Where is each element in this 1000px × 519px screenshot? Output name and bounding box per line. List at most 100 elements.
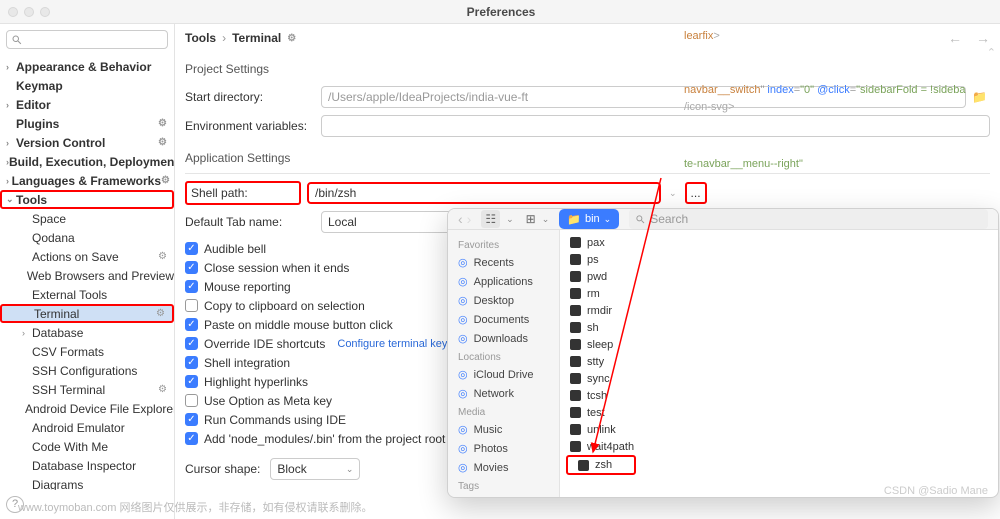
sidebar-icon: ◎ xyxy=(458,387,468,400)
sidebar-item-qodana[interactable]: ›Qodana xyxy=(0,228,174,247)
file-rm[interactable]: rm xyxy=(560,285,998,302)
sidebar-item-android-emulator[interactable]: ›Android Emulator xyxy=(0,418,174,437)
sidebar-heading: Favorites xyxy=(448,236,559,253)
checkbox-4[interactable] xyxy=(185,318,198,331)
sidebar-item-web-browsers-and-preview[interactable]: ›Web Browsers and Preview xyxy=(0,266,174,285)
file-icon xyxy=(570,288,581,299)
file-sh[interactable]: sh xyxy=(560,319,998,336)
checkbox-10[interactable] xyxy=(185,432,198,445)
sidebar-item-actions-on-save[interactable]: ›Actions on Save⚙ xyxy=(0,247,174,266)
shell-dropdown-icon[interactable]: ⌄ xyxy=(669,188,677,199)
checkbox-label: Close session when it ends xyxy=(204,261,349,275)
tree-label: Space xyxy=(32,212,66,226)
location-pill[interactable]: 📁 bin ⌄ xyxy=(559,209,619,229)
settings-search[interactable] xyxy=(6,30,168,49)
close-dot[interactable] xyxy=(8,7,18,17)
tree-label: CSV Formats xyxy=(32,345,104,359)
min-dot[interactable] xyxy=(24,7,34,17)
file-ps[interactable]: ps xyxy=(560,251,998,268)
checkbox-9[interactable] xyxy=(185,413,198,426)
file-tcsh[interactable]: tcsh xyxy=(560,387,998,404)
file-sleep[interactable]: sleep xyxy=(560,336,998,353)
sidebar-downloads[interactable]: ◎Downloads xyxy=(448,329,559,348)
group-icon[interactable]: ⊞ xyxy=(526,212,536,226)
tree-label: Database xyxy=(32,326,83,340)
checkbox-0[interactable] xyxy=(185,242,198,255)
file-icon xyxy=(570,254,581,265)
sidebar-photos[interactable]: ◎Photos xyxy=(448,439,559,458)
shell-path-input[interactable] xyxy=(307,182,661,204)
sidebar-documents[interactable]: ◎Documents xyxy=(448,310,559,329)
sidebar-item-database-inspector[interactable]: ›Database Inspector xyxy=(0,456,174,475)
checkbox-1[interactable] xyxy=(185,261,198,274)
sidebar-label: Music xyxy=(474,424,503,436)
columns-view-icon[interactable]: ☷ xyxy=(481,210,500,228)
zoom-dot[interactable] xyxy=(40,7,50,17)
tag-0[interactable]: 红色 xyxy=(448,494,559,498)
file-pax[interactable]: pax xyxy=(560,234,998,251)
sidebar-item-editor[interactable]: ›Editor xyxy=(0,95,174,114)
checkbox-5[interactable] xyxy=(185,337,198,350)
sidebar-item-build-execution-deployment[interactable]: ›Build, Execution, Deployment xyxy=(0,152,174,171)
checkbox-6[interactable] xyxy=(185,356,198,369)
chevron-icon: › xyxy=(6,100,16,110)
file-zsh[interactable]: zsh xyxy=(566,455,636,475)
tree-label: Database Inspector xyxy=(32,459,136,473)
file-sync[interactable]: sync xyxy=(560,370,998,387)
sidebar-item-android-device-file-explorer[interactable]: ›Android Device File Explorer xyxy=(0,399,174,418)
sidebar-label: Recents xyxy=(474,257,514,269)
tree-label: Build, Execution, Deployment xyxy=(9,155,174,169)
checkbox-3[interactable] xyxy=(185,299,198,312)
sidebar-item-database[interactable]: ›Database xyxy=(0,323,174,342)
sidebar-icon: ◎ xyxy=(458,368,468,381)
group-caret-icon[interactable]: ⌄ xyxy=(542,214,550,225)
sidebar-icon: ◎ xyxy=(458,461,468,474)
sidebar-network[interactable]: ◎ Network xyxy=(448,384,559,403)
sidebar-label: Desktop xyxy=(474,295,514,307)
file-wait4path[interactable]: wait4path xyxy=(560,438,998,455)
finder-forward-icon[interactable]: › xyxy=(467,211,472,227)
checkbox-7[interactable] xyxy=(185,375,198,388)
file-unlink[interactable]: unlink xyxy=(560,421,998,438)
sidebar-item-languages-frameworks[interactable]: ›Languages & Frameworks⚙ xyxy=(0,171,174,190)
file-rmdir[interactable]: rmdir xyxy=(560,302,998,319)
checkbox-2[interactable] xyxy=(185,280,198,293)
sidebar-item-code-with-me[interactable]: ›Code With Me xyxy=(0,437,174,456)
file-pwd[interactable]: pwd xyxy=(560,268,998,285)
checkbox-label: Shell integration xyxy=(204,356,290,370)
sidebar-item-diagrams[interactable]: ›Diagrams xyxy=(0,475,174,490)
sidebar-item-terminal[interactable]: ›Terminal⚙ xyxy=(0,304,174,323)
finder-search[interactable]: Search xyxy=(629,209,988,229)
file-stty[interactable]: stty xyxy=(560,353,998,370)
sidebar-item-external-tools[interactable]: ›External Tools xyxy=(0,285,174,304)
sidebar-music[interactable]: ◎Music xyxy=(448,420,559,439)
sidebar-recents[interactable]: ◎ Recents xyxy=(448,253,559,272)
sidebar-label: Network xyxy=(474,388,514,400)
sidebar-desktop[interactable]: ◎ Desktop xyxy=(448,291,559,310)
sidebar-item-plugins[interactable]: ›Plugins⚙ xyxy=(0,114,174,133)
tab-name-label: Default Tab name: xyxy=(185,215,315,229)
tree-label: Languages & Frameworks xyxy=(12,174,161,188)
sidebar-item-csv-formats[interactable]: ›CSV Formats xyxy=(0,342,174,361)
sidebar-item-appearance-behavior[interactable]: ›Appearance & Behavior xyxy=(0,57,174,76)
sidebar-movies[interactable]: ◎Movies xyxy=(448,458,559,477)
sidebar-applications[interactable]: ◎Applications xyxy=(448,272,559,291)
sidebar-item-ssh-terminal[interactable]: ›SSH Terminal⚙ xyxy=(0,380,174,399)
view-caret-icon[interactable]: ⌄ xyxy=(506,214,514,225)
sidebar-item-ssh-configurations[interactable]: ›SSH Configurations xyxy=(0,361,174,380)
tree-label: Plugins xyxy=(16,117,59,131)
sidebar-item-space[interactable]: ›Space xyxy=(0,209,174,228)
sidebar-item-tools[interactable]: ⌄Tools xyxy=(0,190,174,209)
sidebar-item-version-control[interactable]: ›Version Control⚙ xyxy=(0,133,174,152)
folder-icon: 📁 xyxy=(567,213,581,226)
tree-label: Diagrams xyxy=(32,478,83,490)
sidebar-icloud-drive[interactable]: ◎iCloud Drive xyxy=(448,365,559,384)
sidebar-item-keymap[interactable]: ›Keymap xyxy=(0,76,174,95)
file-test[interactable]: test xyxy=(560,404,998,421)
finder-back-icon[interactable]: ‹ xyxy=(458,211,463,227)
sidebar-icon: ◎ xyxy=(458,294,468,307)
file-icon xyxy=(570,390,581,401)
sidebar-icon: ◎ xyxy=(458,256,468,269)
checkbox-8[interactable] xyxy=(185,394,198,407)
cursor-select[interactable]: Block ⌄ xyxy=(270,458,360,480)
